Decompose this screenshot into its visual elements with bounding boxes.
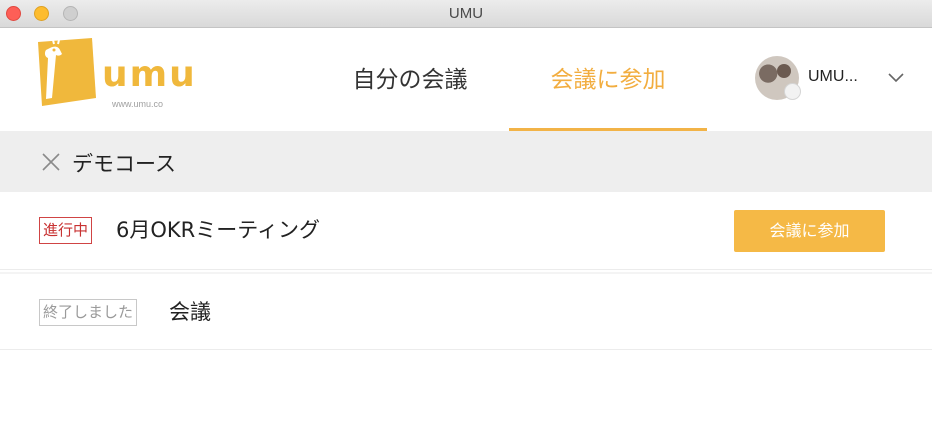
- tab-my-meetings[interactable]: 自分の会議: [330, 28, 490, 131]
- logo-url: www.umu.co: [112, 99, 164, 109]
- status-badge: 終了しました: [39, 299, 138, 326]
- meeting-title[interactable]: 6月OKRミーティング: [116, 214, 320, 244]
- window-title: UMU: [448, 5, 484, 22]
- meeting-row[interactable]: 進行中 6月OKRミーティング 会議に参加: [0, 192, 932, 270]
- close-icon[interactable]: [40, 151, 62, 173]
- join-meeting-button[interactable]: 会議に参加: [734, 210, 885, 252]
- avatar-badge-icon: [784, 83, 801, 100]
- status-badge: 進行中: [39, 217, 93, 244]
- user-name: UMU...: [808, 68, 858, 85]
- tab-join-meeting[interactable]: 会議に参加: [509, 28, 707, 131]
- window-titlebar: UMU: [0, 0, 932, 28]
- umu-logo[interactable]: umu www.umu.co: [32, 38, 202, 114]
- course-bar: デモコース: [0, 131, 932, 192]
- app-header: umu www.umu.co 自分の会議 会議に参加 UMU...: [0, 28, 932, 131]
- meeting-row[interactable]: 終了しました 会議: [0, 272, 932, 350]
- giraffe-logo-icon: [38, 38, 96, 106]
- chevron-down-icon[interactable]: [885, 66, 907, 88]
- course-title: デモコース: [72, 152, 176, 176]
- meeting-title[interactable]: 会議: [169, 296, 211, 326]
- logo-wordmark: umu: [102, 54, 197, 95]
